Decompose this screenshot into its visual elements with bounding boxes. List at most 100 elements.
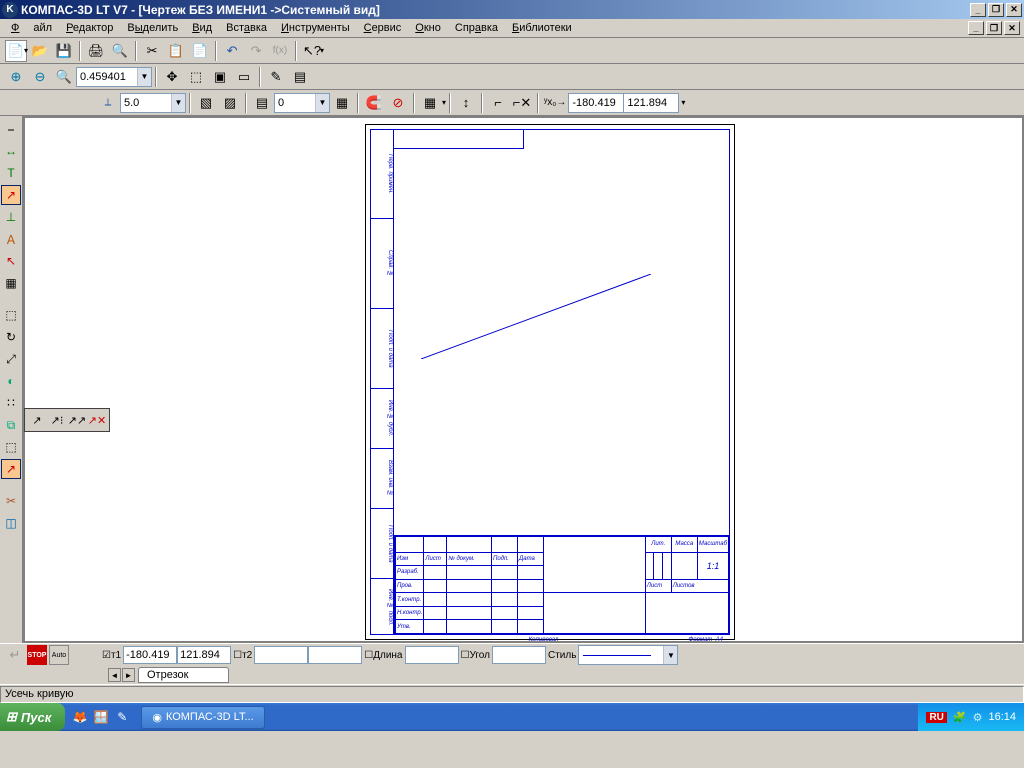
drawing-canvas[interactable]: Перв. примен. Справ. № Подп. и дата Инв.…: [25, 118, 1022, 641]
snap-off-button[interactable]: ⊘: [387, 92, 409, 114]
lcs-button[interactable]: ⌐: [487, 92, 509, 114]
save-button[interactable]: 💾: [53, 40, 75, 62]
zoom-out-button[interactable]: ⊖: [29, 66, 51, 88]
stop-button[interactable]: STOP: [27, 645, 47, 665]
tool-edit[interactable]: ↗: [1, 185, 21, 205]
refresh-button[interactable]: ▭: [233, 66, 255, 88]
paste-button[interactable]: 📄: [189, 40, 211, 62]
grid-button[interactable]: ▦: [419, 92, 441, 114]
layer-combo[interactable]: ▼: [274, 93, 330, 113]
menu-file[interactable]: Файл: [4, 20, 59, 36]
tray-icon[interactable]: ⚙: [973, 711, 983, 724]
snap-on-button[interactable]: 🧲: [363, 92, 385, 114]
tool-measure[interactable]: Ａ: [1, 229, 21, 249]
tool-dim[interactable]: ↔: [1, 141, 21, 161]
chevron-down-icon[interactable]: ▼: [663, 646, 677, 664]
apply-button[interactable]: ↵: [5, 645, 25, 665]
layer-button[interactable]: ▤: [289, 66, 311, 88]
clock[interactable]: 16:14: [988, 711, 1016, 723]
quicklaunch-icon[interactable]: 🪟: [92, 708, 110, 726]
angle-input[interactable]: [492, 646, 546, 664]
tool-array[interactable]: ∷: [1, 393, 21, 413]
tool-mirror[interactable]: ◐: [1, 371, 21, 391]
menu-select[interactable]: Выделить: [120, 20, 185, 36]
tool-spec[interactable]: ▦: [1, 273, 21, 293]
chevron-down-icon[interactable]: ▼: [315, 94, 329, 112]
step-button[interactable]: ⟂: [97, 92, 119, 114]
tool-break[interactable]: ✂: [1, 491, 21, 511]
coord-y[interactable]: [623, 93, 679, 113]
zoom-prev-button[interactable]: ⬚: [185, 66, 207, 88]
zoom-in-button[interactable]: ⊕: [5, 66, 27, 88]
copy-button[interactable]: 📋: [165, 40, 187, 62]
layers-btn4[interactable]: ▦: [331, 92, 353, 114]
preview-button[interactable]: 🔍: [109, 40, 131, 62]
fx-button[interactable]: f(x): [269, 40, 291, 62]
edit-button[interactable]: ✎: [265, 66, 287, 88]
t1-checkbox[interactable]: ☑т1: [102, 650, 121, 661]
print-button[interactable]: 🖨: [85, 40, 107, 62]
tool-copy[interactable]: ⧉: [1, 415, 21, 435]
angle-checkbox[interactable]: ☐Угол: [461, 650, 490, 661]
menu-tools[interactable]: Инструменты: [274, 20, 357, 36]
tool-geom[interactable]: ⎯: [1, 119, 21, 139]
zoom-all-button[interactable]: ▣: [209, 66, 231, 88]
mdi-close-button[interactable]: ✕: [1004, 21, 1020, 35]
t2y-input[interactable]: [308, 646, 362, 664]
layers-btn1[interactable]: ▧: [195, 92, 217, 114]
language-indicator[interactable]: RU: [926, 712, 946, 723]
trim-mode3[interactable]: ↗↗: [68, 411, 86, 429]
tray-icon[interactable]: 🧩: [953, 711, 967, 724]
menu-service[interactable]: Сервис: [357, 20, 409, 36]
t1x-input[interactable]: [123, 646, 177, 664]
style-combo[interactable]: ▼: [578, 645, 678, 665]
tool-cube[interactable]: ◫: [1, 513, 21, 533]
trim-mode4[interactable]: ↗✕: [88, 411, 106, 429]
step-combo[interactable]: ▼: [120, 93, 186, 113]
lcs-cross-button[interactable]: ⌐✕: [511, 92, 533, 114]
chevron-down-icon[interactable]: ▼: [137, 68, 151, 86]
layers-btn2[interactable]: ▨: [219, 92, 241, 114]
tab-next-button[interactable]: ►: [122, 668, 135, 682]
tool-param[interactable]: ⊥: [1, 207, 21, 227]
open-button[interactable]: 📂: [29, 40, 51, 62]
menu-insert[interactable]: Вставка: [219, 20, 274, 36]
chevron-down-icon[interactable]: ▾: [681, 98, 685, 107]
length-input[interactable]: [405, 646, 459, 664]
trim-mode1[interactable]: ↗: [28, 411, 46, 429]
pan-button[interactable]: ✥: [161, 66, 183, 88]
mdi-restore-button[interactable]: ❐: [986, 21, 1002, 35]
redo-button[interactable]: ↷: [245, 40, 267, 62]
tool-move[interactable]: ⬚: [1, 305, 21, 325]
tool-text[interactable]: T: [1, 163, 21, 183]
tab-prev-button[interactable]: ◄: [108, 668, 121, 682]
task-button-kompas[interactable]: ◉КОМПАС-3D LT...: [141, 706, 264, 729]
undo-button[interactable]: ↶: [221, 40, 243, 62]
layers-btn3[interactable]: ▤: [251, 92, 273, 114]
menu-window[interactable]: Окно: [408, 20, 448, 36]
ortho-button[interactable]: ↕: [455, 92, 477, 114]
t2x-input[interactable]: [254, 646, 308, 664]
zoom-combo[interactable]: ▼: [76, 67, 152, 87]
close-button[interactable]: ✕: [1006, 3, 1022, 17]
maximize-button[interactable]: ❐: [988, 3, 1004, 17]
tool-scale[interactable]: ⤢: [1, 349, 21, 369]
zoom-window-button[interactable]: 🔍: [53, 66, 75, 88]
tool-deform[interactable]: ⬚: [1, 437, 21, 457]
tool-trim[interactable]: ↗: [1, 459, 21, 479]
length-checkbox[interactable]: ☐Длина: [364, 650, 402, 661]
menu-view[interactable]: Вид: [185, 20, 219, 36]
menu-lib[interactable]: Библиотеки: [505, 20, 579, 36]
tool-select[interactable]: ↖: [1, 251, 21, 271]
step-input[interactable]: [121, 94, 171, 112]
start-button[interactable]: ⊞Пуск: [0, 703, 65, 731]
auto-button[interactable]: Auto: [49, 645, 69, 665]
t2-checkbox[interactable]: ☐т2: [233, 650, 252, 661]
minimize-button[interactable]: _: [970, 3, 986, 17]
trim-mode2[interactable]: ↗⁝: [48, 411, 66, 429]
quicklaunch-icon[interactable]: ✎: [113, 708, 131, 726]
zoom-input[interactable]: [77, 68, 137, 86]
t1y-input[interactable]: [177, 646, 231, 664]
menu-help[interactable]: Справка: [448, 20, 505, 36]
layer-input[interactable]: [275, 94, 315, 112]
